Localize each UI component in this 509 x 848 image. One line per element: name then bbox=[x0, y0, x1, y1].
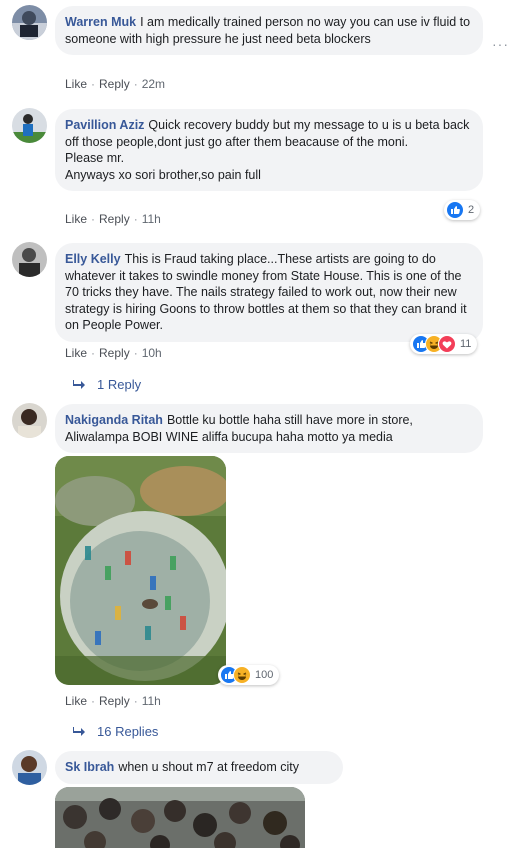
avatar[interactable] bbox=[12, 5, 47, 40]
reply-link[interactable]: Reply bbox=[99, 346, 130, 360]
avatar[interactable] bbox=[12, 403, 47, 438]
avatar[interactable] bbox=[12, 108, 47, 143]
reply-arrow-icon bbox=[73, 724, 85, 739]
comment-bubble: Elly Kelly This is Fraud taking place...T… bbox=[55, 243, 483, 342]
comment-author[interactable]: Elly Kelly bbox=[65, 252, 121, 266]
avatar[interactable] bbox=[12, 242, 47, 277]
comment-actions: Like · Reply · 22m bbox=[65, 77, 166, 91]
avatar[interactable] bbox=[12, 750, 47, 785]
comment-author[interactable]: Sk Ibrah bbox=[65, 760, 114, 774]
comment-author[interactable]: Nakiganda Ritah bbox=[65, 413, 163, 427]
reaction-count: 2 bbox=[468, 204, 475, 216]
comment-actions: Like · Reply · 11h bbox=[65, 212, 161, 226]
comment-photo[interactable] bbox=[55, 456, 226, 685]
comment-text: This is Fraud taking place...These artis… bbox=[65, 252, 471, 332]
reactions-badge[interactable]: 11 bbox=[410, 334, 478, 354]
like-link[interactable]: Like bbox=[65, 346, 87, 360]
love-reaction-icon bbox=[438, 335, 456, 353]
more-options-icon[interactable]: ··· bbox=[492, 36, 509, 52]
comment-photo[interactable] bbox=[55, 787, 305, 848]
reaction-count: 11 bbox=[460, 338, 472, 350]
comment-bubble: Pavillion Aziz Quick recovery buddy but m… bbox=[55, 109, 483, 191]
comment-bubble: Nakiganda Ritah Bottle ku bottle haha sti… bbox=[55, 404, 483, 453]
reactions-badge[interactable]: 100 bbox=[218, 665, 280, 685]
like-link[interactable]: Like bbox=[65, 212, 87, 226]
reaction-count: 100 bbox=[255, 669, 274, 681]
reply-link[interactable]: Reply bbox=[99, 212, 130, 226]
reply-link[interactable]: Reply bbox=[99, 694, 130, 708]
comment-bubble: Warren Muk I am medically trained person … bbox=[55, 6, 483, 55]
comment-actions: Like · Reply · 11h bbox=[65, 694, 161, 708]
like-reaction-icon bbox=[446, 201, 464, 219]
view-replies-link[interactable]: 1 Reply bbox=[73, 377, 141, 392]
comment-time[interactable]: 11h bbox=[142, 694, 161, 708]
comment-author[interactable]: Pavillion Aziz bbox=[65, 118, 144, 132]
comment-actions: Like · Reply · 10h bbox=[65, 346, 162, 360]
comment-bubble: Sk Ibrah when u shout m7 at freedom city bbox=[55, 751, 343, 784]
comment-time[interactable]: 22m bbox=[142, 77, 165, 91]
like-link[interactable]: Like bbox=[65, 77, 87, 91]
reply-arrow-icon bbox=[73, 377, 85, 392]
view-replies-link[interactable]: 16 Replies bbox=[73, 724, 158, 739]
reply-link[interactable]: Reply bbox=[99, 77, 130, 91]
comment-author[interactable]: Warren Muk bbox=[65, 15, 136, 29]
comment-text: when u shout m7 at freedom city bbox=[118, 760, 299, 774]
like-link[interactable]: Like bbox=[65, 694, 87, 708]
replies-count: 1 Reply bbox=[97, 377, 142, 392]
replies-count: 16 Replies bbox=[97, 724, 159, 739]
comment-time[interactable]: 11h bbox=[142, 212, 161, 226]
haha-reaction-icon bbox=[233, 666, 251, 684]
comment-time[interactable]: 10h bbox=[142, 346, 162, 360]
reactions-badge[interactable]: 2 bbox=[444, 200, 481, 220]
